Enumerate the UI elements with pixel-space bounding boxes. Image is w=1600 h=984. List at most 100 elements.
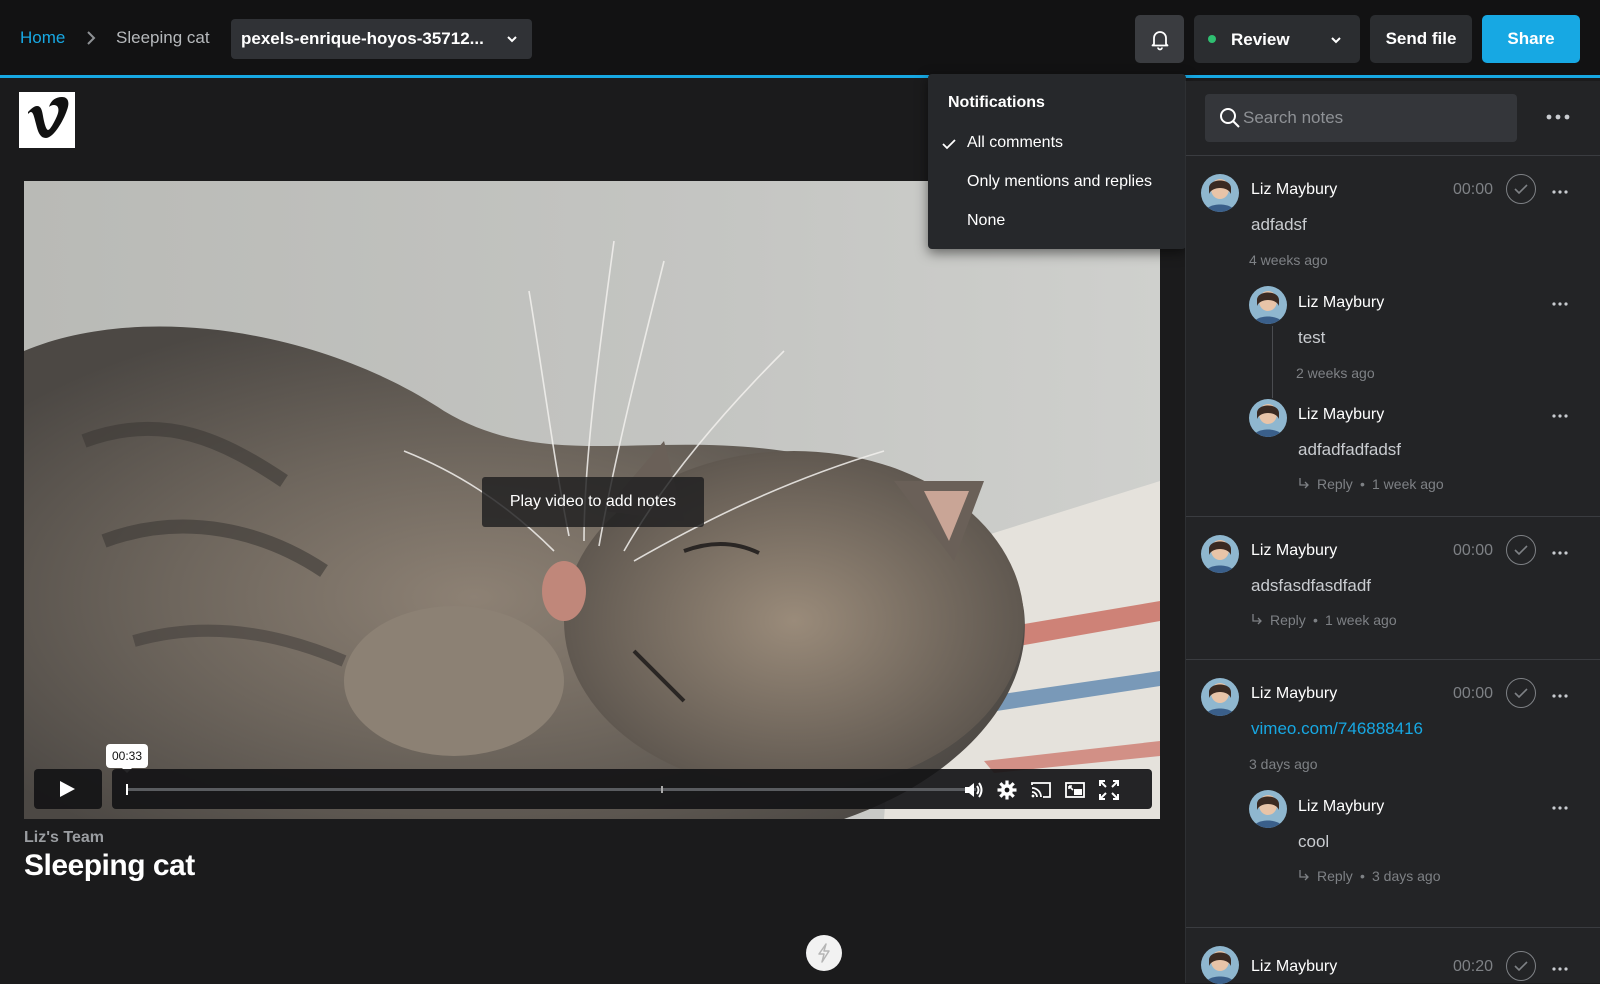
resolve-button[interactable] xyxy=(1506,951,1536,981)
note-timestamp[interactable]: 00:00 xyxy=(1453,542,1493,560)
reply-link[interactable]: Reply xyxy=(1317,868,1353,884)
note-meta: 1 week ago xyxy=(1325,612,1397,628)
search-notes-input[interactable] xyxy=(1243,94,1503,142)
file-version-select[interactable]: pexels-enrique-hoyos-35712... xyxy=(231,19,532,59)
avatar[interactable] xyxy=(1249,399,1287,437)
note-meta: 4 weeks ago xyxy=(1249,252,1328,268)
settings-gear-icon[interactable] xyxy=(996,779,1018,801)
avatar[interactable] xyxy=(1201,678,1239,716)
note-author[interactable]: Liz Maybury xyxy=(1251,181,1337,199)
note-author[interactable]: Liz Maybury xyxy=(1251,958,1337,976)
reply-body: adfadfadfadsf xyxy=(1298,440,1402,459)
note-marker[interactable] xyxy=(661,786,663,793)
playhead[interactable] xyxy=(126,784,128,795)
fullscreen-icon[interactable] xyxy=(1098,779,1120,801)
reply-author[interactable]: Liz Maybury xyxy=(1298,406,1384,424)
separator-dot: • xyxy=(1360,476,1365,492)
vimeo-logo[interactable] xyxy=(19,92,75,148)
checkmark-icon xyxy=(1514,961,1528,972)
player-control-bar xyxy=(112,769,1152,809)
top-bar: Home Sleeping cat pexels-enrique-hoyos-3… xyxy=(0,0,1600,78)
reply-meta: 1 week ago xyxy=(1372,476,1444,492)
avatar[interactable] xyxy=(1201,535,1239,573)
notification-option-mentions[interactable]: Only mentions and replies xyxy=(928,165,1186,201)
note-more-icon[interactable] xyxy=(1551,966,1569,972)
search-icon xyxy=(1220,108,1240,128)
note-more-icon[interactable] xyxy=(1551,693,1569,699)
vimeo-v-icon xyxy=(28,97,69,138)
note-author[interactable]: Liz Maybury xyxy=(1251,685,1337,703)
cast-icon[interactable] xyxy=(1030,779,1052,801)
reply-arrow-icon xyxy=(1299,478,1309,489)
divider xyxy=(1186,659,1600,660)
time-tooltip: 00:33 xyxy=(106,744,148,773)
avatar[interactable] xyxy=(1249,790,1287,828)
divider xyxy=(1186,927,1600,928)
notes-panel: Liz Maybury 00:00 adfadsf 4 weeks ago Li… xyxy=(1185,81,1600,984)
breadcrumb-home-link[interactable]: Home xyxy=(20,28,65,48)
quick-action-button[interactable] xyxy=(806,935,842,971)
breadcrumb-current: Sleeping cat xyxy=(116,28,210,47)
resolve-button[interactable] xyxy=(1506,535,1536,565)
share-button[interactable]: Share xyxy=(1482,15,1580,63)
review-status-button[interactable]: Review xyxy=(1194,15,1360,63)
notifications-dropdown: Notifications All comments Only mentions… xyxy=(928,74,1186,249)
checkmark-icon xyxy=(942,139,956,150)
divider xyxy=(1186,155,1600,156)
reply-meta: 2 weeks ago xyxy=(1296,365,1375,381)
note-timestamp[interactable]: 00:00 xyxy=(1453,685,1493,703)
notifications-button[interactable] xyxy=(1135,15,1184,63)
chevron-down-icon xyxy=(1331,37,1341,44)
notification-option-all-comments[interactable]: All comments xyxy=(928,126,1186,162)
reply-more-icon[interactable] xyxy=(1551,413,1569,419)
checkmark-icon xyxy=(1514,184,1528,195)
chevron-right-icon xyxy=(87,31,96,45)
reply-author[interactable]: Liz Maybury xyxy=(1298,798,1384,816)
status-dot xyxy=(1208,35,1216,43)
picture-in-picture-icon[interactable] xyxy=(1064,779,1086,801)
note-link[interactable]: vimeo.com/746888416 xyxy=(1251,719,1423,739)
separator-dot: • xyxy=(1360,868,1365,884)
notification-option-label: Only mentions and replies xyxy=(967,173,1152,190)
note-author[interactable]: Liz Maybury xyxy=(1251,542,1337,560)
note-timestamp[interactable]: 00:20 xyxy=(1453,958,1493,976)
bell-icon xyxy=(1151,31,1169,51)
avatar[interactable] xyxy=(1249,286,1287,324)
reply-meta: 3 days ago xyxy=(1372,868,1441,884)
video-player[interactable]: Play video to add notes 00:33 xyxy=(24,181,1160,819)
note-meta: 3 days ago xyxy=(1249,756,1318,772)
reply-more-icon[interactable] xyxy=(1551,301,1569,307)
checkmark-icon xyxy=(1514,545,1528,556)
team-name: Liz's Team xyxy=(24,829,104,846)
reply-arrow-icon xyxy=(1252,614,1262,625)
thread-line xyxy=(1272,326,1273,398)
notification-option-label: All comments xyxy=(967,134,1064,151)
reply-link[interactable]: Reply xyxy=(1317,476,1353,492)
lightning-bolt-icon xyxy=(818,943,830,963)
reply-more-icon[interactable] xyxy=(1551,805,1569,811)
file-select-label: pexels-enrique-hoyos-35712... xyxy=(241,29,484,48)
notifications-title: Notifications xyxy=(948,94,1045,111)
reply-author[interactable]: Liz Maybury xyxy=(1298,294,1384,312)
volume-icon[interactable] xyxy=(962,779,984,801)
note-timestamp[interactable]: 00:00 xyxy=(1453,181,1493,199)
resolve-button[interactable] xyxy=(1506,174,1536,204)
progress-scrubber[interactable] xyxy=(126,784,976,795)
search-notes-box[interactable] xyxy=(1205,94,1517,142)
divider xyxy=(1186,516,1600,517)
reply-arrow-icon xyxy=(1299,870,1309,881)
checkmark-icon xyxy=(1514,688,1528,699)
notification-option-none[interactable]: None xyxy=(928,204,1186,240)
play-button[interactable] xyxy=(34,769,102,809)
separator-dot: • xyxy=(1313,612,1318,628)
avatar[interactable] xyxy=(1201,946,1239,984)
reply-link[interactable]: Reply xyxy=(1270,612,1306,628)
note-more-icon[interactable] xyxy=(1551,550,1569,556)
send-file-button[interactable]: Send file xyxy=(1370,15,1472,63)
note-more-icon[interactable] xyxy=(1551,189,1569,195)
more-options-icon[interactable] xyxy=(1543,107,1573,127)
avatar[interactable] xyxy=(1201,174,1239,212)
reply-body: cool xyxy=(1298,832,1330,851)
reply-body: test xyxy=(1298,328,1326,347)
resolve-button[interactable] xyxy=(1506,678,1536,708)
